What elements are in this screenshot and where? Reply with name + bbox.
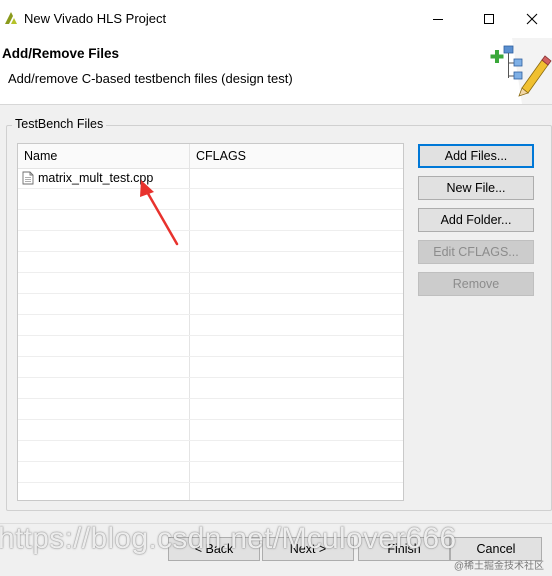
- window-title: New Vivado HLS Project: [24, 11, 167, 26]
- maximize-icon[interactable]: [472, 6, 506, 32]
- table-row-empty: [18, 210, 403, 231]
- table-row-empty: [18, 189, 403, 210]
- table-row-empty: [18, 315, 403, 336]
- page-description: Add/remove C-based testbench files (desi…: [8, 71, 293, 86]
- finish-button[interactable]: Finish: [358, 537, 450, 561]
- table-row-empty: [18, 378, 403, 399]
- table-row-empty: [18, 273, 403, 294]
- site-watermark: @稀土掘金技术社区: [453, 561, 544, 572]
- column-header-name[interactable]: Name: [18, 144, 190, 168]
- new-file-button[interactable]: New File...: [418, 176, 534, 200]
- close-icon[interactable]: [515, 6, 549, 32]
- remove-button[interactable]: Remove: [418, 272, 534, 296]
- add-folder-button[interactable]: Add Folder...: [418, 208, 534, 232]
- next-button[interactable]: Next >: [262, 537, 354, 561]
- table-row-empty: [18, 294, 403, 315]
- table-row-empty: [18, 420, 403, 441]
- title-bar: New Vivado HLS Project: [0, 0, 552, 38]
- vivado-hls-app-icon: [5, 12, 17, 24]
- annotation-arrow: [140, 180, 179, 246]
- table-header: Name CFLAGS: [18, 144, 403, 169]
- wizard-header: Add/Remove Files Add/remove C-based test…: [0, 38, 552, 105]
- table-row-empty: [18, 441, 403, 462]
- testbench-files-table[interactable]: Name CFLAGS matrix_mult_test.cpp: [17, 143, 404, 501]
- add-files-button[interactable]: Add Files...: [418, 144, 534, 168]
- back-button[interactable]: < Back: [168, 537, 260, 561]
- edit-cflags-button[interactable]: Edit CFLAGS...: [418, 240, 534, 264]
- page-title: Add/Remove Files: [2, 46, 120, 61]
- column-header-cflags[interactable]: CFLAGS: [190, 144, 403, 168]
- add-files-wizard-icon: [490, 38, 552, 104]
- table-row-empty: [18, 462, 403, 483]
- table-row[interactable]: matrix_mult_test.cpp: [18, 168, 403, 189]
- file-cflags-cell: [190, 168, 403, 188]
- minimize-icon[interactable]: [421, 6, 455, 32]
- table-row-empty: [18, 399, 403, 420]
- table-row-empty: [18, 357, 403, 378]
- table-row-empty: [18, 336, 403, 357]
- file-icon: [22, 171, 34, 185]
- testbench-files-group-label: TestBench Files: [12, 117, 107, 131]
- table-row-empty: [18, 252, 403, 273]
- table-row-empty: [18, 231, 403, 252]
- table-body: matrix_mult_test.cpp: [18, 168, 403, 500]
- table-row-empty: [18, 483, 403, 500]
